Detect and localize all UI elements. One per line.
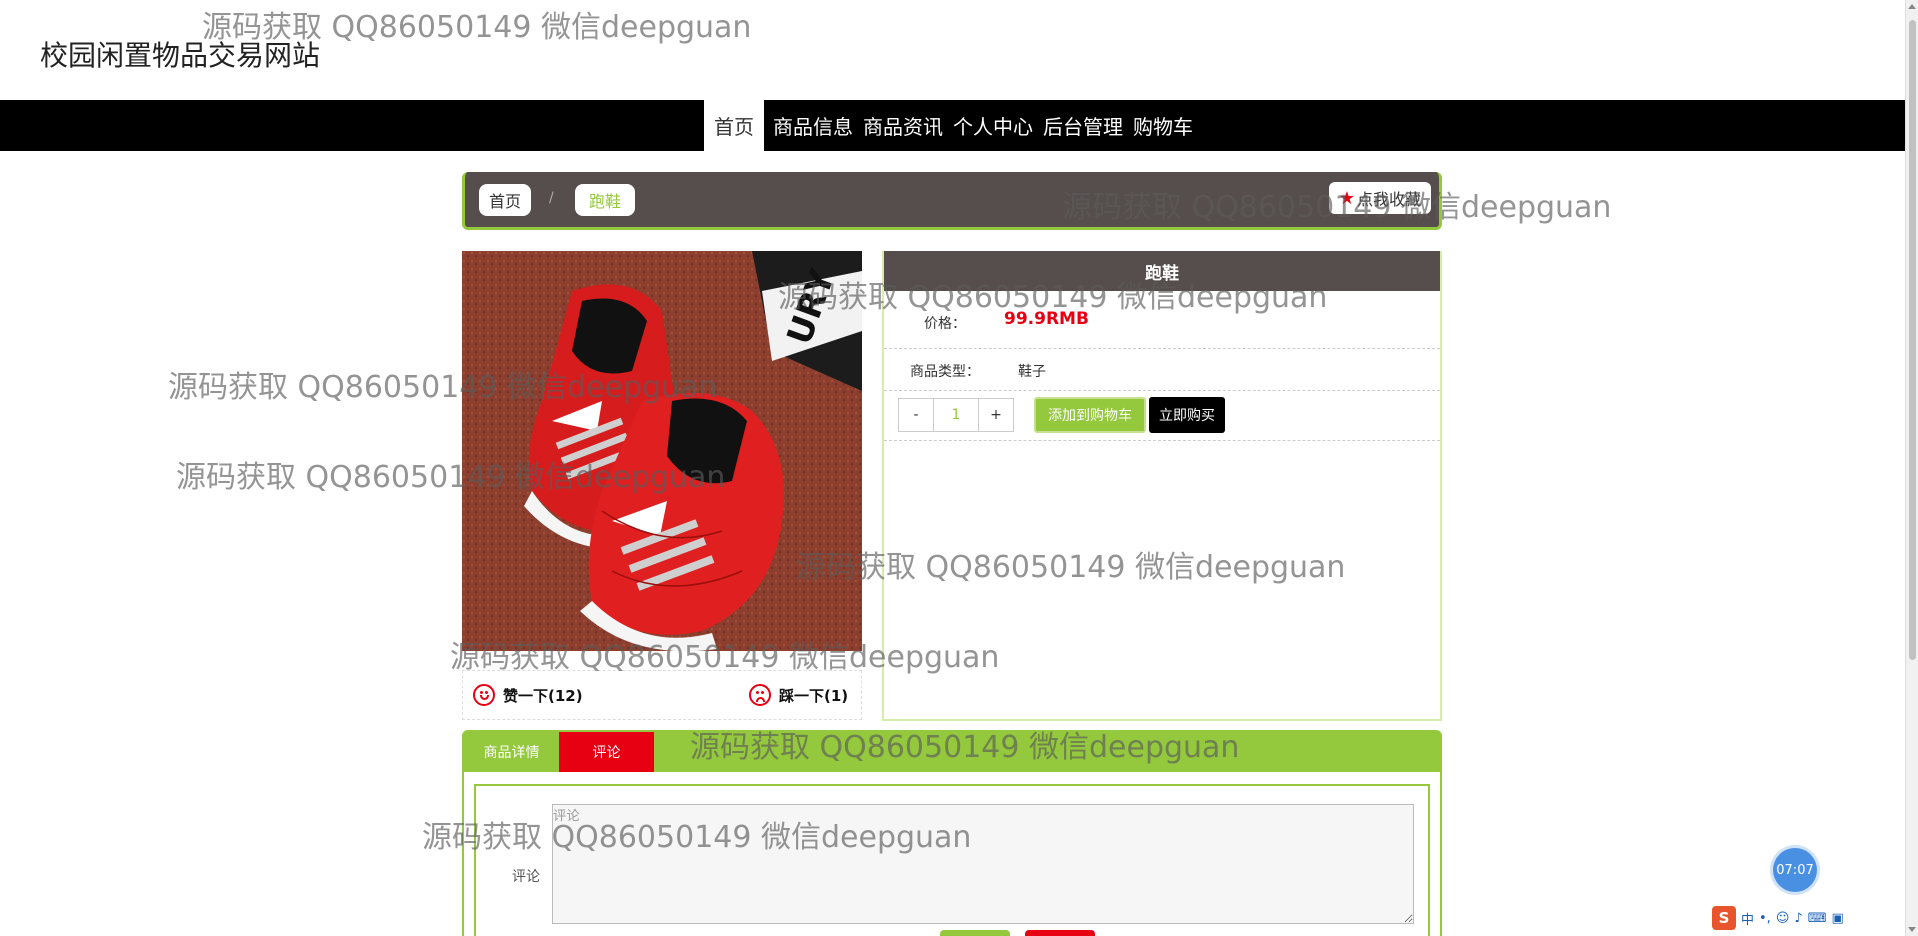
vote-bar: 赞一下(12) 踩一下(1) [462, 670, 862, 720]
nav-item-home[interactable]: 首页 [704, 100, 764, 151]
ime-mic-icon[interactable]: ♪ [1794, 911, 1802, 926]
comment-textarea[interactable] [552, 804, 1414, 924]
red-sneakers-illustration: URY [462, 251, 862, 651]
product-title: 跑鞋 [884, 251, 1440, 291]
add-to-cart-button[interactable]: 添加到购物车 [1034, 397, 1146, 433]
tab-bar: 商品详情 评论 [464, 732, 1440, 772]
main-navbar: 首页 商品信息 商品资讯 个人中心 后台管理 购物车 [0, 100, 1905, 151]
price-label: 价格： [924, 316, 966, 332]
nav-item-products[interactable]: 商品信息 [768, 100, 858, 151]
frown-icon [749, 684, 771, 706]
qty-decrease-button[interactable]: - [899, 399, 933, 431]
like-label: 赞一下(12) [503, 686, 583, 705]
ime-punct-icon[interactable]: •, [1759, 911, 1771, 926]
nav-item-admin[interactable]: 后台管理 [1038, 100, 1128, 151]
dislike-label: 踩一下(1) [779, 686, 849, 705]
submit-comment-button[interactable] [940, 930, 1010, 936]
page-scrollbar[interactable] [1905, 0, 1918, 936]
buy-now-button[interactable]: 立即购买 [1149, 397, 1225, 433]
breadcrumb-home[interactable]: 首页 [479, 184, 532, 216]
smile-icon [473, 684, 495, 706]
price-value: 99.9RMB [1004, 309, 1089, 329]
qty-increase-button[interactable]: + [979, 399, 1013, 431]
star-icon: ★ [1338, 187, 1355, 209]
quantity-stepper: - 1 + [898, 398, 1014, 432]
scroll-down-icon[interactable] [1908, 927, 1916, 932]
detail-tabs-section: 商品详情 评论 评论 [462, 730, 1442, 936]
type-label: 商品类型： [910, 364, 980, 380]
recording-timer: 07:07 [1773, 848, 1817, 892]
type-value: 鞋子 [1018, 364, 1046, 380]
ime-toolbar: S 中 •, ☺ ♪ ⌨ ▣ [1712, 904, 1905, 932]
tab-details[interactable]: 商品详情 [464, 732, 559, 772]
product-info-panel: 跑鞋 价格： 99.9RMB 商品类型： 鞋子 - 1 + 添加到购物车 立即购… [882, 251, 1442, 721]
nav-item-news[interactable]: 商品资讯 [858, 100, 948, 151]
favorite-button[interactable]: ★ 点我收藏 [1328, 182, 1431, 214]
favorite-label: 点我收藏 [1356, 190, 1421, 209]
breadcrumb-current[interactable]: 跑鞋 [575, 184, 636, 216]
comment-form: 评论 [474, 784, 1430, 936]
type-row: 商品类型： 鞋子 [884, 349, 1440, 391]
comment-label: 评论 [512, 869, 540, 885]
qty-input[interactable]: 1 [933, 399, 979, 431]
nav-item-personal-center[interactable]: 个人中心 [948, 100, 1038, 151]
breadcrumb: 首页 / 跑鞋 ★ 点我收藏 [462, 172, 1442, 230]
main-nav: 首页 商品信息 商品资讯 个人中心 后台管理 购物车 [704, 100, 1198, 151]
breadcrumb-separator: / [549, 190, 554, 206]
ime-skin-icon[interactable]: ▣ [1831, 911, 1843, 926]
nav-item-cart[interactable]: 购物车 [1128, 100, 1198, 151]
price-row: 价格： 99.9RMB [884, 291, 1440, 349]
site-header: 校园闲置物品交易网站 [0, 0, 1905, 100]
scroll-up-icon[interactable] [1908, 4, 1916, 9]
purchase-row: - 1 + 添加到购物车 立即购买 [884, 391, 1440, 441]
sogou-ime-icon[interactable]: S [1712, 906, 1736, 930]
dislike-button[interactable]: 踩一下(1) [749, 684, 848, 706]
ime-emoji-icon[interactable]: ☺ [1776, 911, 1790, 926]
ime-keyboard-icon[interactable]: ⌨ [1808, 911, 1827, 926]
product-image: URY [462, 251, 862, 651]
site-title: 校园闲置物品交易网站 [40, 39, 321, 72]
ime-mode[interactable]: 中 [1741, 909, 1754, 928]
like-button[interactable]: 赞一下(12) [473, 684, 583, 706]
reset-comment-button[interactable] [1025, 930, 1095, 936]
tab-comments[interactable]: 评论 [559, 732, 654, 772]
scroll-thumb[interactable] [1909, 20, 1916, 660]
